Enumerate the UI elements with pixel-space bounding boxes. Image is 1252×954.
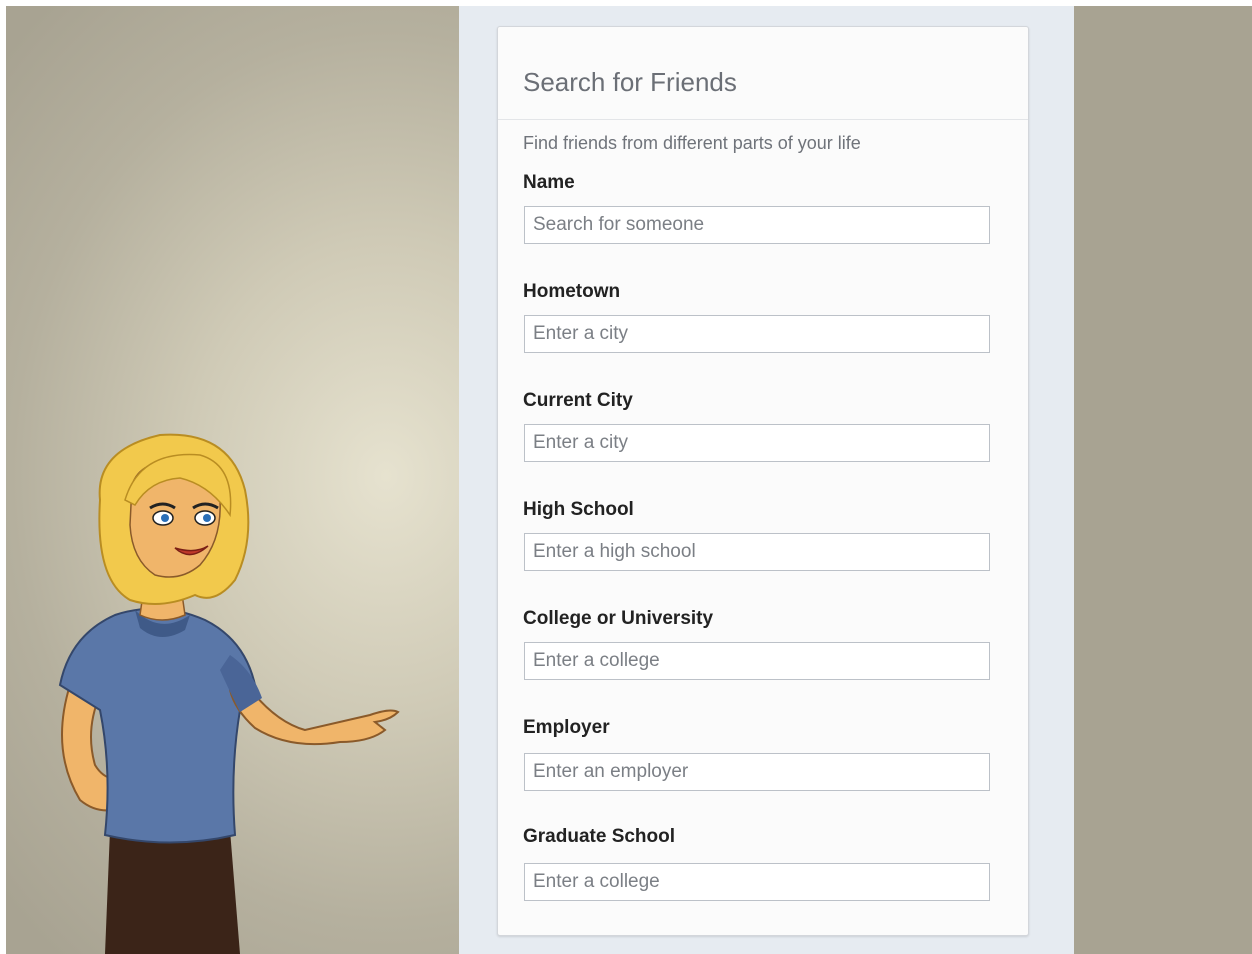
graduate-school-input[interactable] <box>524 863 990 901</box>
search-for-friends-card: Search for Friends Find friends from dif… <box>497 26 1029 936</box>
college-label: College or University <box>523 608 714 629</box>
employer-label: Employer <box>523 717 610 738</box>
current-city-input[interactable] <box>524 424 990 462</box>
high-school-input[interactable] <box>524 533 990 571</box>
current-city-label: Current City <box>523 390 633 411</box>
card-header: Search for Friends <box>498 27 1028 120</box>
hometown-label: Hometown <box>523 281 621 302</box>
college-input[interactable] <box>524 642 990 680</box>
graduate-school-label: Graduate School <box>523 826 676 847</box>
hometown-input[interactable] <box>524 315 990 353</box>
high-school-label: High School <box>523 499 634 520</box>
name-input[interactable] <box>524 206 990 244</box>
card-intro: Find friends from different parts of you… <box>523 133 861 153</box>
name-label: Name <box>523 172 575 193</box>
employer-input[interactable] <box>524 753 990 791</box>
cartoon-woman-pointing-icon <box>58 433 400 954</box>
card-title: Search for Friends <box>523 67 737 97</box>
